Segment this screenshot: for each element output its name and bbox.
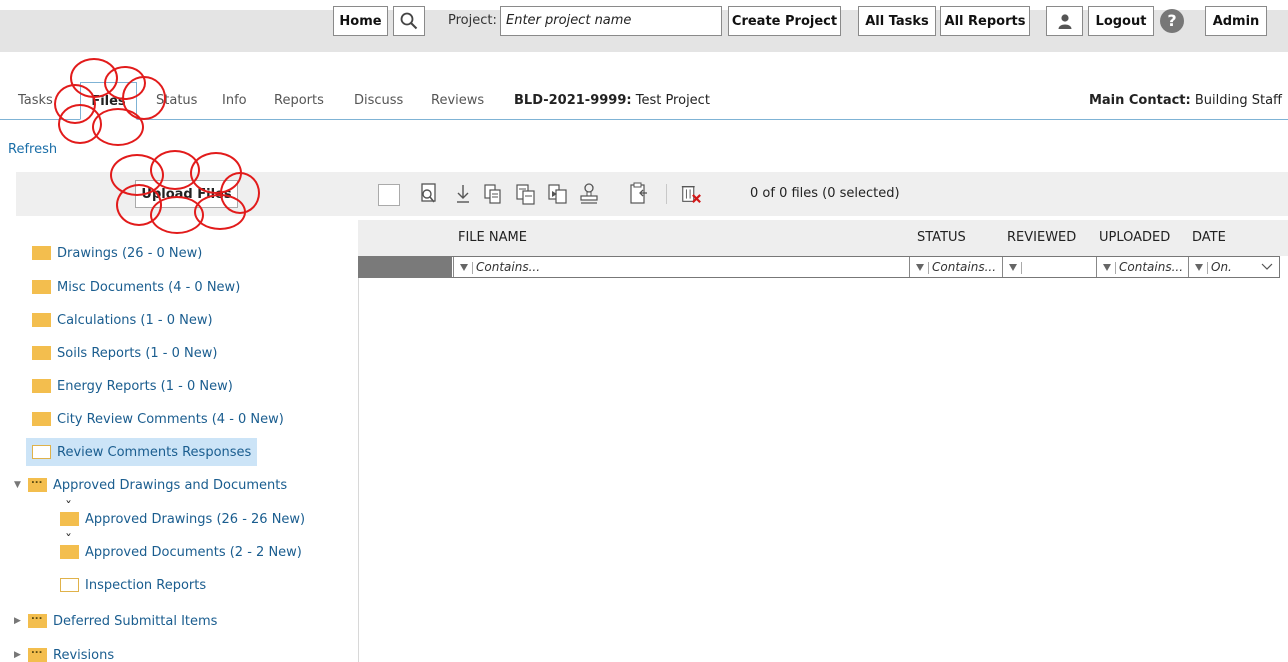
main-contact-value: Building Staff bbox=[1194, 93, 1282, 108]
tab-info[interactable]: Info bbox=[222, 93, 247, 108]
all-tasks-button[interactable]: All Tasks bbox=[858, 6, 936, 36]
page-title: BLD-2021-9999: Test Project bbox=[514, 93, 710, 108]
folder-approved-drawings-and-documents[interactable]: ▼ Approved Drawings and Documents bbox=[14, 474, 287, 496]
tab-reviews[interactable]: Reviews bbox=[431, 93, 484, 108]
search-icon bbox=[400, 12, 418, 30]
toolbar-separator bbox=[666, 184, 667, 204]
search-button[interactable] bbox=[393, 6, 425, 36]
column-date[interactable]: DATE bbox=[1192, 230, 1226, 245]
empty-folder-icon bbox=[32, 445, 51, 459]
folder-icon bbox=[60, 533, 79, 559]
home-button[interactable]: Home bbox=[333, 6, 388, 36]
folder-soils-reports[interactable]: Soils Reports (1 - 0 New) bbox=[32, 342, 217, 364]
tab-status[interactable]: Status bbox=[156, 93, 197, 108]
folder-deferred-submittal-items[interactable]: ▶ Deferred Submittal Items bbox=[14, 610, 217, 632]
project-label: Project: bbox=[448, 13, 497, 28]
upload-files-button[interactable]: Upload Files bbox=[135, 180, 238, 208]
filter-icon bbox=[1009, 264, 1017, 271]
column-uploaded[interactable]: UPLOADED bbox=[1099, 230, 1170, 245]
paste-icon[interactable] bbox=[628, 182, 650, 206]
folder-review-comments-responses[interactable]: Review Comments Responses bbox=[26, 438, 258, 466]
tab-discuss[interactable]: Discuss bbox=[354, 93, 403, 108]
folder-icon bbox=[32, 346, 51, 360]
empty-folder-icon bbox=[60, 578, 79, 592]
file-count: 0 of 0 files (0 selected) bbox=[750, 186, 900, 201]
date-filter[interactable]: On. bbox=[1188, 257, 1279, 277]
folder-icon bbox=[28, 645, 47, 662]
folder-approved-drawings[interactable]: Approved Drawings (26 - 26 New) bbox=[60, 500, 305, 530]
merge-icon[interactable] bbox=[546, 182, 568, 206]
preview-icon[interactable] bbox=[418, 182, 440, 206]
column-status[interactable]: STATUS bbox=[917, 230, 966, 245]
folder-misc-documents[interactable]: Misc Documents (4 - 0 New) bbox=[32, 276, 240, 298]
filter-icon bbox=[1103, 264, 1111, 271]
folder-calculations[interactable]: Calculations (1 - 0 New) bbox=[32, 309, 213, 331]
help-icon[interactable]: ? bbox=[1160, 9, 1184, 33]
column-reviewed[interactable]: REVIEWED bbox=[1007, 230, 1076, 245]
refresh-link[interactable]: Refresh bbox=[8, 142, 57, 157]
collapse-arrow-icon[interactable]: ▶ bbox=[14, 650, 26, 660]
main-contact-label: Main Contact: bbox=[1088, 93, 1191, 108]
folder-energy-reports[interactable]: Energy Reports (1 - 0 New) bbox=[32, 375, 233, 397]
delete-icon[interactable] bbox=[680, 182, 702, 206]
select-all-checkbox[interactable] bbox=[378, 184, 400, 206]
expand-arrow-icon[interactable]: ▼ bbox=[14, 480, 26, 490]
file-name-filter[interactable]: Contains... bbox=[453, 257, 909, 277]
folder-approved-documents[interactable]: Approved Documents (2 - 2 New) bbox=[60, 533, 302, 563]
folder-icon bbox=[28, 611, 47, 628]
tab-reports[interactable]: Reports bbox=[274, 93, 324, 108]
project-name: Test Project bbox=[635, 93, 710, 108]
folder-icon bbox=[32, 379, 51, 393]
admin-button[interactable]: Admin bbox=[1205, 6, 1267, 36]
all-reports-button[interactable]: All Reports bbox=[940, 6, 1030, 36]
copy-icon[interactable] bbox=[482, 182, 504, 206]
grid-divider bbox=[358, 278, 359, 662]
filter-icon bbox=[1195, 264, 1203, 271]
user-icon bbox=[1058, 14, 1071, 29]
folder-inspection-reports[interactable]: Inspection Reports bbox=[60, 574, 206, 596]
project-id: BLD-2021-9999: bbox=[514, 93, 632, 108]
tab-tasks[interactable]: Tasks bbox=[18, 93, 53, 108]
status-filter[interactable]: Contains... bbox=[909, 257, 1002, 277]
folder-icon bbox=[60, 500, 79, 526]
folder-city-review-comments[interactable]: City Review Comments (4 - 0 New) bbox=[32, 408, 284, 430]
chevron-down-icon[interactable] bbox=[1261, 263, 1273, 271]
uploaded-filter[interactable]: Contains... bbox=[1096, 257, 1188, 277]
filter-row-selector bbox=[358, 256, 452, 278]
folder-icon bbox=[28, 475, 47, 492]
project-search-input[interactable]: Enter project name bbox=[500, 6, 722, 36]
folder-icon bbox=[32, 412, 51, 426]
column-file-name[interactable]: FILE NAME bbox=[458, 230, 527, 245]
folder-icon bbox=[32, 246, 51, 260]
tab-bar: Tasks Files Status Info Reports Discuss … bbox=[0, 82, 1288, 120]
folder-icon bbox=[32, 313, 51, 327]
collapse-arrow-icon[interactable]: ▶ bbox=[14, 616, 26, 626]
user-button[interactable] bbox=[1046, 6, 1083, 36]
download-icon[interactable] bbox=[452, 182, 474, 206]
create-project-button[interactable]: Create Project bbox=[728, 6, 841, 36]
reviewed-filter[interactable] bbox=[1002, 257, 1096, 277]
folder-drawings[interactable]: Drawings (26 - 0 New) bbox=[32, 242, 202, 264]
filter-icon bbox=[916, 264, 924, 271]
stamp-icon[interactable] bbox=[578, 182, 600, 206]
logout-button[interactable]: Logout bbox=[1088, 6, 1154, 36]
move-icon[interactable] bbox=[514, 182, 536, 206]
tab-files[interactable]: Files bbox=[80, 82, 137, 120]
folder-revisions[interactable]: ▶ Revisions bbox=[14, 644, 114, 662]
filter-icon bbox=[460, 264, 468, 271]
folder-icon bbox=[32, 280, 51, 294]
main-contact: Main Contact: Building Staff bbox=[1089, 93, 1282, 108]
